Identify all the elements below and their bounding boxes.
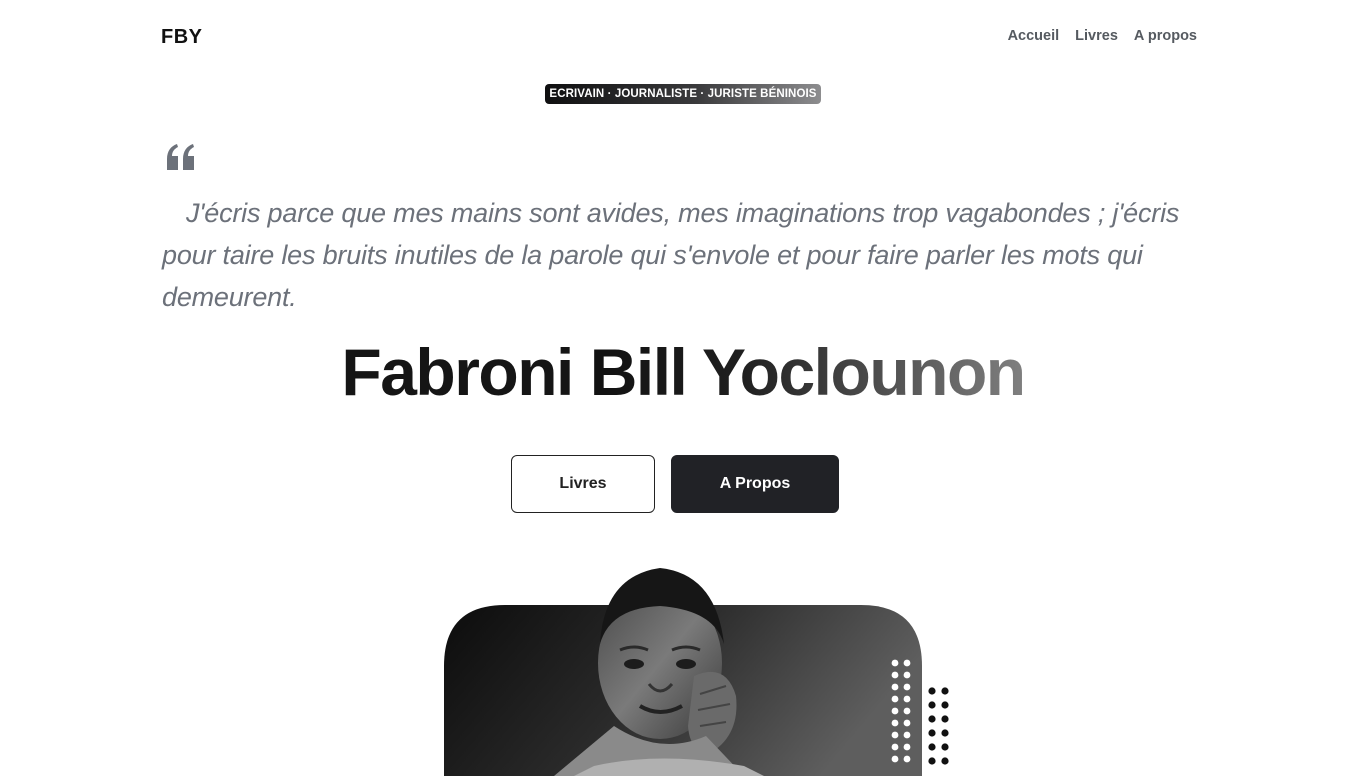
nav-links: Accueil Livres A propos (1008, 28, 1197, 44)
dots-decoration (891, 659, 949, 765)
top-navigation: FBY Accueil Livres A propos (0, 0, 1366, 74)
quote-icon (167, 144, 194, 170)
nav-link-accueil[interactable]: Accueil (1008, 28, 1060, 44)
about-button[interactable]: A Propos (671, 455, 839, 513)
author-first-name: Fabroni (341, 335, 574, 409)
profession-badge: ECRIVAIN · JOURNALISTE · JURISTE BÉNINOI… (545, 84, 821, 104)
nav-link-livres[interactable]: Livres (1075, 28, 1118, 44)
site-logo[interactable]: FBY (161, 26, 203, 49)
nav-link-a-propos[interactable]: A propos (1134, 28, 1197, 44)
books-button[interactable]: Livres (511, 455, 655, 513)
author-last-names: Bill Yoclounon (589, 335, 1026, 409)
hero-quote: J'écris parce que mes mains sont avides,… (162, 198, 1180, 312)
author-name: Fabroni Bill Yoclounon (0, 334, 1366, 410)
